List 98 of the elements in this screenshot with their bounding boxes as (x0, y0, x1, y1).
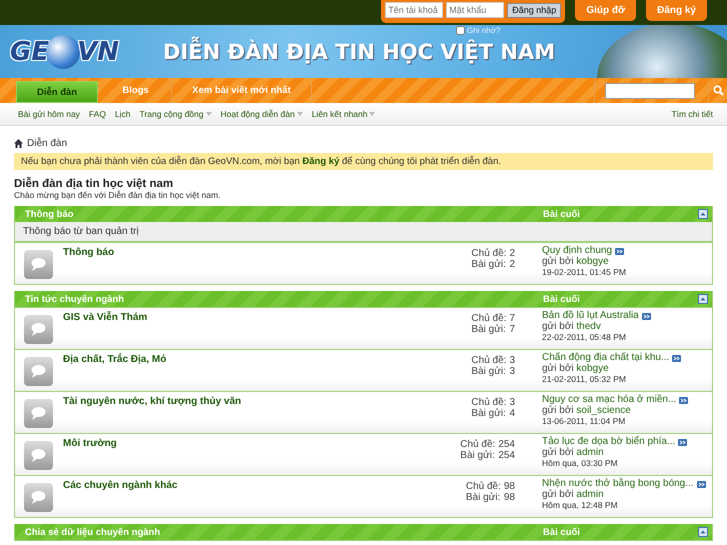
last-post-link[interactable]: Bản đồ lũ lụt Australia (542, 311, 639, 322)
posted-by-label: gửi bởi (542, 446, 574, 458)
caret-icon (369, 112, 376, 116)
forum-name-link[interactable]: Tài nguyên nước, khí tượng thủy văn (63, 396, 242, 407)
topics-count: 98 (504, 481, 515, 492)
forum-title: Diễn đàn địa tin học việt nam (14, 178, 174, 190)
search-icon (712, 85, 724, 96)
go-to-post-icon[interactable] (679, 396, 688, 404)
nav-tab[interactable]: Diễn đàn (16, 81, 98, 103)
topics-count: 3 (509, 397, 515, 408)
login-button[interactable]: Đăng nhập (507, 2, 562, 18)
forum-subtitle: Chào mừng bạn đến với Diễn đàn địa tin học việt nam. (14, 190, 222, 200)
topics-count: 2 (509, 248, 515, 259)
go-to-post-icon[interactable] (615, 248, 624, 255)
post-date: 13-06-2011, 11:04 PM (542, 416, 626, 426)
last-post-heading: Bài cuối (543, 526, 581, 538)
posts-label: Bài gửi: (471, 324, 506, 335)
guest-notice: Nếu bạn chưa phải thành viên của diễn đàn GeoVN.com, mời bạn Đăng ký để cùng chúng tôi phát triển diễn đàn. (14, 153, 713, 170)
logo-text: VN (77, 36, 119, 66)
forum-icon (24, 250, 53, 279)
posts-count: 2 (509, 259, 515, 270)
last-post-heading: Bài cuối (543, 208, 581, 220)
subnav-link[interactable]: Liên kết nhanh (312, 109, 376, 119)
collapse-icon[interactable] (698, 209, 708, 219)
forum-icon (24, 483, 53, 512)
section-description: Thông báo từ ban quản trị (15, 222, 712, 242)
breadcrumb-text: Diễn đàn (27, 138, 68, 149)
author-link[interactable]: soil_science (576, 404, 631, 416)
forum-icon (24, 315, 53, 344)
logo-text: GE (10, 36, 50, 66)
subnav-link[interactable]: Trang cộng đồng (140, 109, 212, 119)
posted-by-label: gửi bởi (542, 404, 574, 416)
post-date: Hôm qua, 12:48 PM (542, 500, 619, 510)
topics-count: 7 (509, 313, 515, 324)
author-link[interactable]: kobgye (576, 256, 609, 266)
posted-by-label: gửi bởi (542, 362, 574, 374)
topics-count: 3 (509, 355, 515, 366)
posted-by-label: gửi bởi (542, 320, 574, 332)
go-to-post-icon[interactable] (678, 438, 688, 446)
topics-label: Chủ đề: (471, 397, 506, 408)
last-post-link[interactable]: Quy định chung (542, 246, 612, 256)
posts-count: 254 (498, 450, 515, 461)
forum-icon (24, 357, 53, 386)
posted-by-label: gửi bởi (542, 488, 574, 500)
forum-name-link[interactable]: Thông báo (63, 247, 114, 258)
posts-label: Bài gửi: (460, 450, 496, 461)
forum-name-link[interactable]: GIS và Viễn Thám (63, 312, 148, 323)
author-link[interactable]: admin (576, 488, 604, 500)
subnav-link[interactable]: FAQ (88, 109, 106, 119)
forum-name-link[interactable]: Địa chất, Trắc Địa, Mỏ (63, 354, 166, 365)
topics-label: Chủ đề: (471, 313, 506, 324)
search-field[interactable] (605, 82, 695, 98)
last-post-link[interactable]: Nhện nước thở bằng bong bóng... (542, 479, 694, 490)
topics-count: 254 (498, 439, 515, 450)
posts-label: Bài gửi: (471, 259, 506, 270)
password-field[interactable]: Mật khẩu (446, 2, 504, 18)
forum-name-link[interactable]: Các chuyên ngành khác (63, 480, 178, 491)
topics-label: Chủ đề: (471, 355, 506, 366)
caret-icon (206, 112, 212, 116)
posts-label: Bài gửi: (471, 366, 506, 377)
go-to-post-icon[interactable] (642, 312, 651, 320)
forum-name-link[interactable]: Môi trường (63, 438, 117, 449)
post-date: 22-02-2011, 05:48 PM (542, 332, 627, 342)
posts-count: 7 (509, 324, 515, 335)
posts-count: 3 (509, 366, 515, 377)
posts-label: Bài gửi: (471, 408, 506, 419)
forum-icon (24, 441, 53, 470)
go-to-post-icon[interactable] (672, 354, 682, 362)
author-link[interactable]: admin (576, 446, 604, 458)
subnav-link[interactable]: Hoạt động diễn đàn (220, 109, 303, 119)
collapse-icon[interactable] (698, 527, 708, 537)
posted-by-label: gửi bởi (542, 256, 574, 266)
home-icon[interactable] (14, 139, 23, 148)
remember-label: Ghi nhớ? (467, 26, 500, 35)
topics-label: Chủ đề: (460, 439, 496, 450)
posts-label: Bài gửi: (466, 492, 501, 503)
remember-checkbox[interactable] (456, 26, 465, 35)
post-date: 19-02-2011, 01:45 PM (542, 267, 627, 278)
forum-icon (24, 399, 53, 428)
last-post-heading: Bài cuối (543, 294, 581, 304)
go-to-post-icon[interactable] (696, 480, 706, 488)
last-post-link[interactable]: Chấn động địa chất tại khu... (542, 353, 670, 364)
username-field[interactable]: Tên tài khoả (385, 2, 444, 18)
advanced-search-link[interactable]: Tìm chi tiết (671, 109, 713, 119)
post-date: 21-02-2011, 05:32 PM (542, 374, 627, 384)
collapse-icon[interactable] (698, 294, 708, 304)
author-link[interactable]: kobgye (576, 362, 609, 374)
author-link[interactable]: thedv (576, 320, 601, 332)
topics-label: Chủ đề: (466, 481, 501, 492)
subnav-link[interactable]: Lịch (114, 109, 131, 119)
last-post-link[interactable]: Tảo lục đe dọa bờ biển phía... (542, 437, 676, 448)
posts-count: 98 (504, 492, 515, 503)
caret-icon (296, 112, 303, 116)
last-post-link[interactable]: Nguy cơ sa mạc hóa ở miền... (542, 395, 676, 406)
subnav-link[interactable]: Bài gửi hôm nay (18, 109, 80, 119)
post-date: Hôm qua, 03:30 PM (542, 458, 619, 468)
posts-count: 4 (509, 408, 515, 419)
topics-label: Chủ đề: (471, 248, 506, 259)
